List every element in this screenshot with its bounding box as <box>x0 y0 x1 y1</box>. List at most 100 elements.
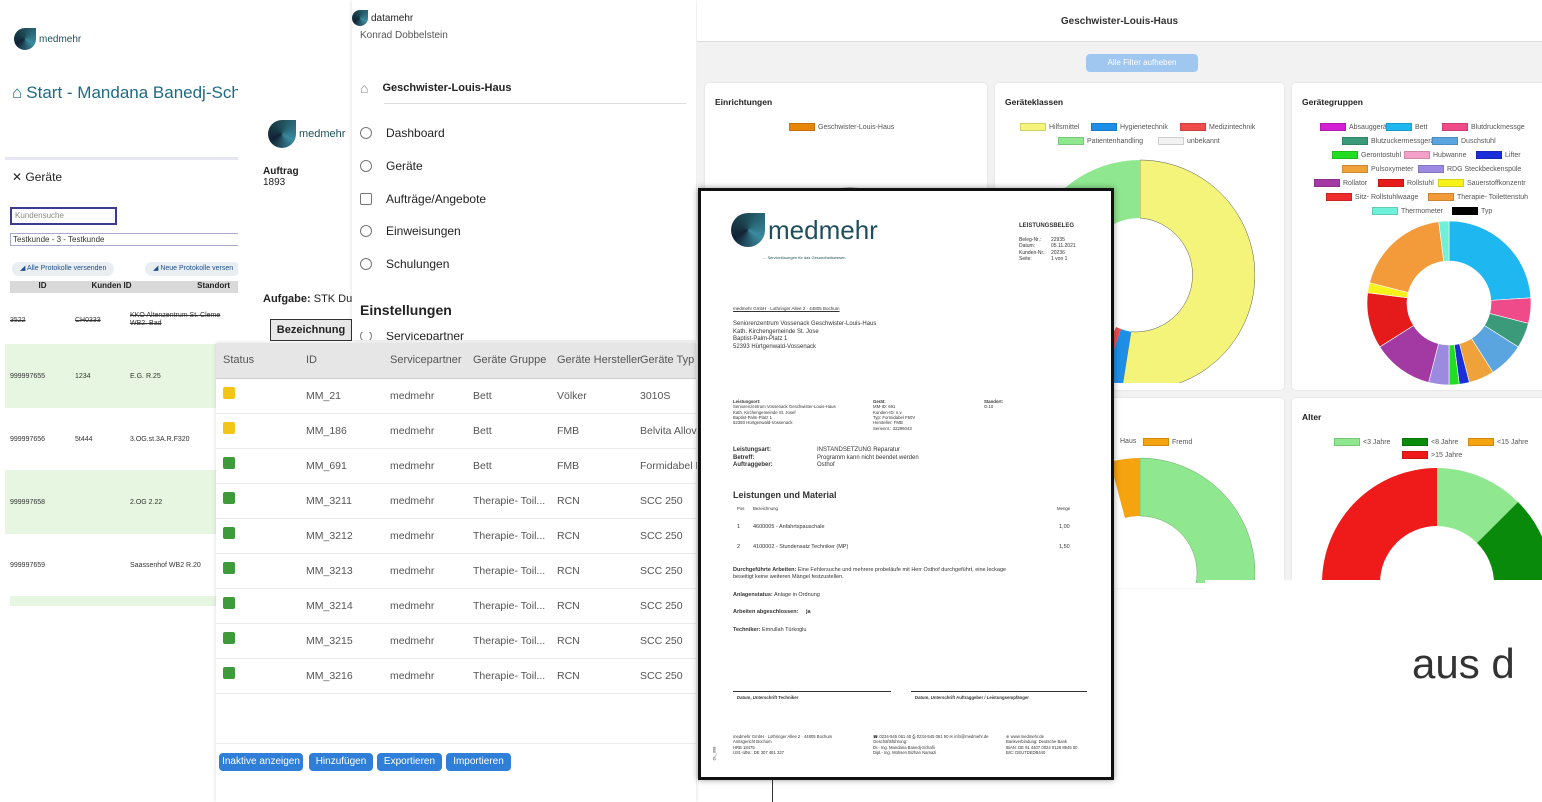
legend-swatch <box>1332 151 1358 159</box>
column-header[interactable]: Geräte Gruppe <box>473 354 546 366</box>
sidebar-item-home[interactable]: ⌂ Geschwister-Louis-Haus <box>360 80 511 96</box>
sidebar-item-label: Schulungen <box>386 257 450 271</box>
legend-item[interactable]: Absauggerät <box>1320 123 1389 131</box>
legend-item[interactable]: Hilfsmittel <box>1020 123 1079 131</box>
sidebar-item-einweisungen[interactable]: Einweisungen <box>360 224 461 238</box>
table-row[interactable]: MM_3211 medmehr Therapie- Toil... RCN SCC 25… <box>216 484 696 519</box>
row-standort: KKO Altenzentrum St. Cleme WB2. Bad <box>130 312 221 327</box>
thumbs-up-icon <box>223 562 235 574</box>
import-button[interactable]: Importieren <box>446 753 511 771</box>
legend-item[interactable]: RDG Steckbeckenspüle <box>1418 165 1521 173</box>
table-row[interactable]: 999997655 1234 E.G. R.25 <box>5 344 238 408</box>
donut-slice[interactable] <box>1369 221 1445 293</box>
legend-swatch <box>1180 123 1206 131</box>
table-row[interactable]: MM_21 medmehr Bett Völker 3010S <box>216 379 696 414</box>
legend-item[interactable]: Lifter <box>1476 151 1521 159</box>
legend-swatch <box>1378 179 1404 187</box>
cell-partner: medmehr <box>390 670 435 682</box>
donut-slice[interactable] <box>1448 220 1532 301</box>
clock-icon <box>360 127 372 139</box>
legend-item[interactable]: <15 Jahre <box>1468 438 1528 446</box>
legend-item[interactable]: Sauerstoffkonzentr <box>1438 179 1526 187</box>
legend-item[interactable]: Therapie- Toilettenstuh <box>1428 193 1528 201</box>
legend-item[interactable]: Geschwister-Louis-Haus <box>789 123 894 131</box>
legend-item[interactable]: <3 Jahre <box>1334 438 1390 446</box>
donut-slice-hilfsmittel[interactable] <box>1122 159 1255 383</box>
column-header-bezeichnung[interactable]: Bezeichnung <box>270 319 352 341</box>
cell-id: MM_3214 <box>306 600 353 612</box>
legend-item[interactable]: Sitz- Rollstuhlwaage <box>1326 193 1418 201</box>
sidebar-item-schulungen[interactable]: Schulungen <box>360 257 449 271</box>
table-row[interactable]: 999997656 5t444 3.OG.st.3A.R.F320 <box>10 410 238 468</box>
abgeschlossen-line: Arbeiten abgeschlossen: ja <box>733 609 811 616</box>
cell-typ: Belvita Allova <box>640 425 703 437</box>
legend-item[interactable]: Fremd <box>1143 438 1192 446</box>
column-header[interactable]: Geräte Hersteller <box>557 354 641 366</box>
legend-item[interactable]: Hygienetechnik <box>1091 123 1168 131</box>
field-label: Techniker: <box>733 627 761 633</box>
column-header[interactable]: Status <box>223 354 254 366</box>
column-header[interactable]: ID <box>306 354 317 366</box>
legend-item[interactable]: Typ <box>1452 207 1492 215</box>
show-inactive-button[interactable]: Inaktive anzeigen <box>219 753 303 771</box>
cell-typ: Formidabel F <box>640 460 702 472</box>
legend-item[interactable]: <8 Jahre <box>1402 438 1458 446</box>
table-row[interactable]: MM_3216 medmehr Therapie- Toil... RCN SCC 25… <box>216 659 696 694</box>
table-row[interactable]: MM_186 medmehr Bett FMB Belvita Allova <box>216 414 702 449</box>
legend-label: Absauggerät <box>1349 123 1389 131</box>
table-row[interactable]: MM_3214 medmehr Therapie- Toil... RCN SCC 25… <box>216 589 696 624</box>
legend-item[interactable]: Duschstuhl <box>1432 137 1496 145</box>
clear-filters-button[interactable]: Alle Filter aufheben <box>1086 54 1198 72</box>
legend-item[interactable]: Hubwanne <box>1404 151 1466 159</box>
legend-item[interactable]: Rollstuhl <box>1378 179 1434 187</box>
column-header[interactable]: Servicepartner <box>390 354 462 366</box>
thumbs-up-icon <box>223 632 235 644</box>
table-row[interactable]: 999997659 Saassenhof WB2 R.20 <box>10 536 238 594</box>
meta-value: 05.11.2021 <box>1051 243 1076 250</box>
donut-alter[interactable] <box>1322 463 1542 583</box>
legend-item[interactable]: Haus <box>1120 438 1136 445</box>
add-button[interactable]: Hinzufügen <box>309 753 373 771</box>
sidebar-item-servicepartner[interactable]: Servicepartner <box>360 332 464 340</box>
table-row[interactable]: MM_3215 medmehr Therapie- Toil... RCN SCC 25… <box>216 624 696 659</box>
legend-item[interactable]: Gerontostuhl <box>1332 151 1401 159</box>
legend-item[interactable]: Medizintechnik <box>1180 123 1255 131</box>
legend-item[interactable]: Thermometer <box>1372 207 1443 215</box>
column-header[interactable]: Kunden ID <box>75 281 148 293</box>
sidebar-item-auftraege[interactable]: Aufträge/Angebote <box>360 192 486 206</box>
legend-item[interactable]: >15 Jahre <box>1402 451 1462 459</box>
table-row[interactable]: MM_691 medmehr Bett FMB Formidabel F <box>216 449 702 484</box>
cell-gruppe: Bett <box>473 460 492 472</box>
table-row[interactable]: 3522 CH0333 KKO Altenzentrum St. Cleme W… <box>10 300 238 340</box>
customer-search-input[interactable]: Kundensuche <box>10 207 117 225</box>
legend-item[interactable]: Blutdruckmessge <box>1442 123 1525 131</box>
donut-slice-fremd[interactable] <box>1110 458 1140 518</box>
table-row[interactable]: MM_3213 medmehr Therapie- Toil... RCN SCC 25… <box>216 554 696 589</box>
home-icon[interactable]: ⌂ <box>12 83 22 102</box>
signature-line <box>911 691 1087 692</box>
legend-item[interactable]: Blutzuckermessgerät <box>1342 137 1436 145</box>
cell-gruppe: Therapie- Toil... <box>473 565 546 577</box>
table-row[interactable]: MM_3212 medmehr Therapie- Toil... RCN SCC 25… <box>216 519 696 554</box>
field-label: Leistungsart: <box>733 447 772 453</box>
cell-typ: SCC 250 <box>640 670 683 682</box>
legend-swatch <box>1342 137 1368 145</box>
legend-item[interactable]: Pulsoxymeter <box>1342 165 1413 173</box>
column-header[interactable]: ID <box>10 281 75 293</box>
legend-item[interactable]: Bett <box>1386 123 1427 131</box>
column-header[interactable]: Geräte Typ <box>640 354 694 366</box>
donut-geraetegruppen[interactable] <box>1364 218 1534 388</box>
donut-slice-haus[interactable] <box>1139 457 1255 583</box>
row-id: 999997656 <box>10 435 46 443</box>
sidebar-item-dashboard[interactable]: Dashboard <box>360 126 445 140</box>
legend-item[interactable]: Rollator <box>1314 179 1367 187</box>
send-all-protocols-button[interactable]: ◢ Alle Protokolle versenden <box>12 262 115 276</box>
send-new-protocols-button[interactable]: ◢ Neue Protokolle versen <box>145 262 240 276</box>
customer-select[interactable]: Testkunde - 3 - Testkunde <box>10 233 240 246</box>
sidebar-item-geraete[interactable]: Geräte <box>360 159 423 173</box>
export-button[interactable]: Exportieren <box>377 753 442 771</box>
table-row[interactable]: 999997658 2.OG 2.22 <box>5 470 238 534</box>
legend-swatch <box>1326 193 1352 201</box>
donut-slice-over-15[interactable] <box>1322 468 1437 583</box>
column-header[interactable]: Standort <box>148 281 238 293</box>
